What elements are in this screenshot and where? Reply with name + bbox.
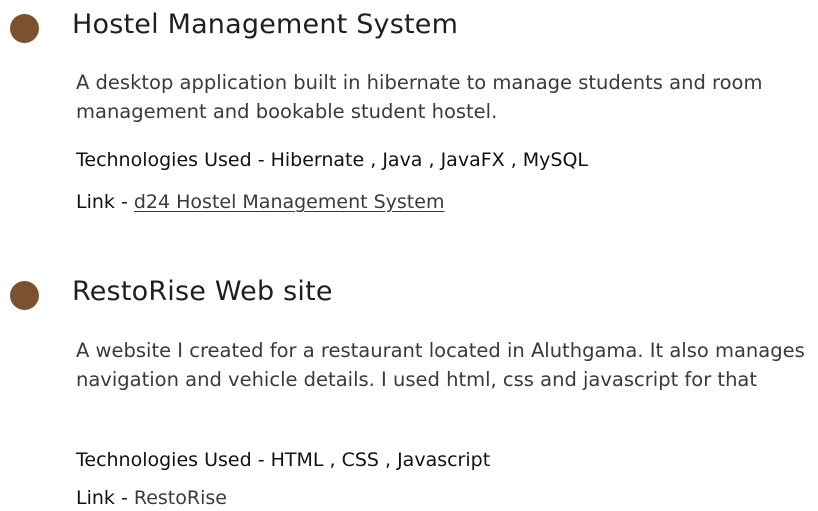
project-link[interactable]: d24 Hostel Management System [134, 191, 445, 213]
project-technologies: Technologies Used - HTML , CSS , Javascr… [76, 449, 491, 471]
link-label: Link - [76, 191, 134, 213]
project-description: A desktop application built in hibernate… [76, 71, 763, 123]
project-link[interactable]: RestoRise [134, 487, 227, 509]
project-title: RestoRise Web site [72, 276, 333, 307]
bullet-icon [10, 281, 39, 310]
link-label: Link - [76, 487, 134, 509]
bullet-icon [10, 14, 39, 43]
project-link-row: Link - d24 Hostel Management System [76, 191, 444, 213]
project-link-row: Link - RestoRise [76, 487, 227, 509]
project-title: Hostel Management System [72, 9, 459, 40]
project-description: A website I created for a restaurant loc… [76, 339, 805, 391]
project-technologies: Technologies Used - Hibernate , Java , J… [76, 149, 589, 171]
